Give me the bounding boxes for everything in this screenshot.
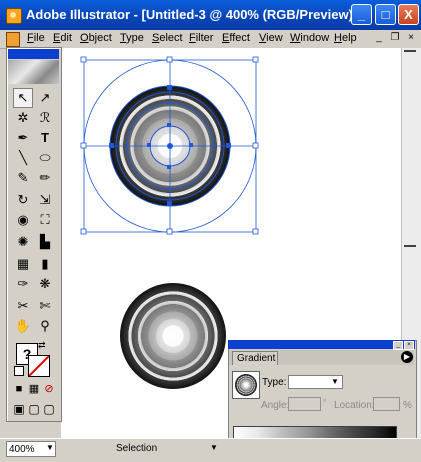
paintbrush-tool-icon[interactable]: ✎ (13, 168, 33, 188)
eyedropper-tool-icon[interactable]: ✑ (13, 274, 33, 294)
ellipse-tool-icon[interactable]: ⬭ (35, 148, 55, 168)
illustrator-app-icon[interactable] (6, 8, 22, 24)
menu-view[interactable]: View (259, 32, 283, 44)
selected-ring-object[interactable] (80, 56, 259, 235)
full-screen-mode-icon[interactable]: ▢ (43, 403, 55, 415)
gradient-palette-close-button[interactable]: × (404, 341, 414, 350)
full-screen-menu-mode-icon[interactable]: ▢ (28, 403, 40, 415)
location-label: Location: (334, 400, 375, 411)
default-colors-icon[interactable] (14, 366, 24, 376)
gradient-tool-icon[interactable]: ▮ (35, 254, 55, 274)
doc-restore-button[interactable]: ❐ (389, 32, 401, 44)
maximize-button[interactable]: □ (375, 4, 396, 25)
swap-fill-stroke-icon[interactable]: ⇄ (38, 340, 46, 351)
menu-help[interactable]: Help (334, 32, 357, 44)
menu-file[interactable]: File (27, 32, 45, 44)
tools-panel-banner-image (8, 60, 59, 84)
minimize-button[interactable]: _ (351, 4, 372, 25)
gradient-preview-swatch[interactable] (232, 371, 260, 399)
menu-object[interactable]: Object (80, 32, 112, 44)
status-text: Selection (116, 443, 158, 454)
symbol-sprayer-tool-icon[interactable]: ✺ (13, 232, 33, 252)
degree-symbol: ° (323, 398, 327, 407)
stroke-none-icon (29, 356, 49, 376)
window-title: Adobe Illustrator - [Untitled-3 @ 400% (… (26, 7, 361, 22)
type-tool-icon[interactable]: T (35, 128, 55, 148)
angle-field[interactable] (288, 397, 321, 411)
rotate-tool-icon[interactable]: ↻ (13, 190, 33, 210)
menu-type[interactable]: Type (120, 32, 144, 44)
scroll-up-mark[interactable] (404, 50, 416, 52)
doc-close-button[interactable]: × (405, 32, 417, 44)
palette-menu-icon[interactable]: ▶ (401, 351, 413, 363)
gradient-palette-minimize-button[interactable]: _ (393, 341, 403, 350)
location-field[interactable] (373, 397, 400, 411)
none-mode-icon[interactable]: ⊘ (43, 383, 55, 395)
zoom-tool-icon[interactable]: ⚲ (35, 316, 55, 336)
location-unit: % (403, 400, 412, 411)
zoom-dropdown-icon[interactable]: ▼ (46, 443, 54, 452)
magic-wand-tool-icon[interactable]: ✲ (13, 108, 33, 128)
warp-tool-icon[interactable]: ◉ (13, 210, 33, 230)
gradient-ring-thumbnail (235, 374, 257, 396)
menu-select[interactable]: Select (152, 32, 183, 44)
blend-tool-icon[interactable]: ❋ (35, 274, 55, 294)
menu-window[interactable]: Window (290, 32, 329, 44)
type-label: Type: (262, 377, 287, 388)
slice-tool-icon[interactable]: ✂ (13, 296, 33, 316)
gradient-palette-titlebar[interactable] (228, 340, 415, 349)
pencil-tool-icon[interactable]: ✏ (35, 168, 55, 188)
stroke-swatch[interactable] (28, 355, 50, 377)
menu-effect[interactable]: Effect (222, 32, 250, 44)
scale-tool-icon[interactable]: ⇲ (35, 190, 55, 210)
tab-gradient[interactable]: Gradient (232, 351, 278, 365)
gradient-mode-icon[interactable]: ▦ (28, 383, 40, 395)
direct-selection-tool-icon[interactable]: ↗ (35, 88, 55, 108)
ring-object[interactable] (120, 283, 226, 389)
lasso-tool-icon[interactable]: ℛ (35, 108, 55, 128)
angle-label: Angle: (261, 400, 290, 411)
status-dropdown-icon[interactable]: ▼ (210, 443, 218, 452)
mesh-tool-icon[interactable]: ▦ (13, 254, 33, 274)
menu-edit[interactable]: Edit (53, 32, 72, 44)
standard-screen-mode-icon[interactable]: ▣ (13, 403, 25, 415)
selection-tool-icon[interactable]: ↖ (13, 88, 33, 108)
pen-tool-icon[interactable]: ✒ (13, 128, 33, 148)
color-mode-icon[interactable]: ■ (13, 383, 25, 395)
hand-tool-icon[interactable]: ✋ (13, 316, 33, 336)
scroll-thumb-mark[interactable] (404, 245, 416, 247)
close-button[interactable]: X (398, 4, 419, 25)
chevron-down-icon[interactable]: ▼ (331, 377, 339, 386)
free-transform-tool-icon[interactable]: ⛶ (35, 210, 55, 230)
graph-tool-icon[interactable]: ▙ (35, 232, 55, 252)
doc-minimize-button[interactable]: _ (373, 32, 385, 44)
document-icon[interactable] (6, 32, 20, 47)
menu-filter[interactable]: Filter (189, 32, 213, 44)
tools-panel-titlebar[interactable] (8, 49, 59, 59)
line-segment-tool-icon[interactable]: ╲ (13, 148, 33, 168)
scissors-tool-icon[interactable]: ✄ (35, 296, 55, 316)
